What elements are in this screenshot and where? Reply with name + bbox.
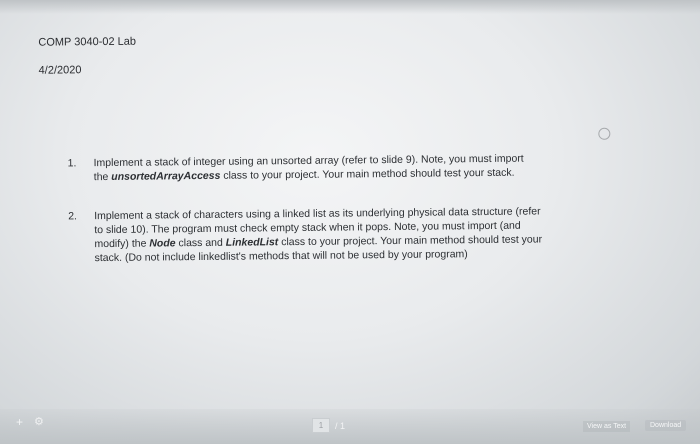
task-text: class and (175, 236, 226, 250)
class-name-linkedlist: LinkedList (225, 236, 279, 249)
task-item-2: 2. Implement a stack of characters using… (68, 204, 629, 266)
document-date: 4/2/2020 (38, 64, 82, 77)
task-text: class to your project. Your main method … (278, 233, 543, 249)
zoom-in-icon[interactable]: + (16, 415, 23, 429)
task-text: the (93, 170, 112, 184)
download-button[interactable]: Download (645, 420, 687, 431)
task-number: 2. (68, 210, 77, 223)
class-name-unsortedarrayaccess: unsortedArrayAccess (111, 169, 221, 183)
task-body: Implement a stack of characters using a … (94, 204, 629, 266)
task-body: Implement a stack of integer using an un… (94, 151, 628, 185)
task-text: modify) the (94, 237, 150, 251)
page-number-input[interactable]: 1 (312, 418, 330, 433)
course-title: COMP 3040-02 Lab (38, 35, 137, 49)
circle-icon (598, 127, 611, 140)
task-item-1: 1. Implement a stack of integer using an… (68, 151, 628, 185)
task-number: 1. (67, 157, 77, 170)
gear-icon[interactable]: ⚙ (34, 415, 44, 428)
page-total: / 1 (335, 420, 346, 431)
document-page: COMP 3040-02 Lab 4/2/2020 1. Implement a… (8, 3, 672, 405)
class-name-node: Node (149, 237, 176, 250)
view-as-text-button[interactable]: View as Text (583, 421, 631, 432)
task-text: class to your project. Your main method … (220, 166, 515, 182)
page-navigator: 1 / 1 (312, 418, 345, 433)
